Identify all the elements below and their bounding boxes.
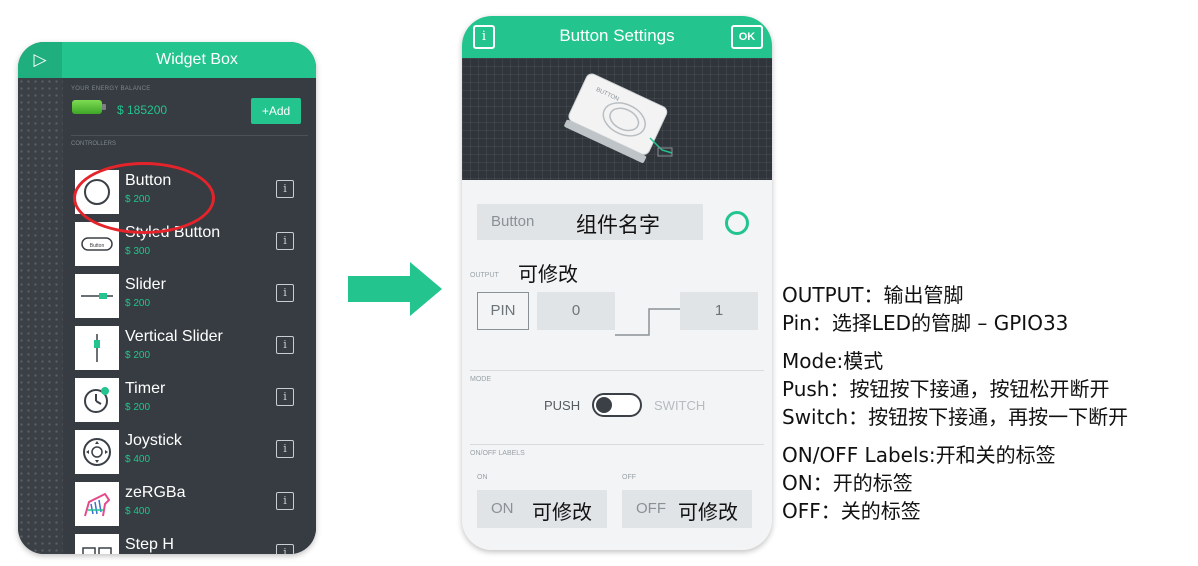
battery-tip [102, 104, 106, 110]
off-label-caption: OFF [622, 474, 636, 481]
highlight-ellipse [73, 162, 215, 234]
info-icon[interactable]: i [276, 180, 294, 198]
energy-balance-label: YOUR ENERGY BALANCE [71, 86, 151, 92]
pin-high-value[interactable]: 1 [680, 292, 758, 330]
vertical-slider-icon [75, 326, 119, 370]
pin-low-value[interactable]: 0 [537, 292, 615, 330]
note-on: ON：开的标签 [782, 471, 913, 495]
widget-name: zeRGBa [125, 484, 186, 501]
widget-price: $ 200 [125, 402, 151, 413]
note-off: OFF：关的标签 [782, 499, 921, 523]
widget-item-step-h[interactable]: Step H i [63, 534, 316, 554]
canvas-grid [18, 78, 63, 554]
widget-name: Timer [125, 380, 166, 397]
info-icon[interactable]: i [473, 25, 495, 49]
controllers-label: CONTROLLERS [71, 141, 117, 147]
widget-price: $ 200 [125, 350, 151, 361]
battery-icon [72, 100, 102, 114]
info-icon[interactable]: i [276, 544, 294, 554]
widget-name: Slider [125, 276, 166, 293]
explanation-notes: OUTPUT：输出管脚 Pin：选择LED的管脚 – GPIO33 Mode:模… [782, 281, 1128, 525]
widget-item-joystick[interactable]: Joystick $ 400 i [63, 430, 316, 480]
color-picker[interactable] [725, 211, 749, 235]
settings-title: Button Settings [559, 26, 675, 45]
button-settings-phone: Button Settings i OK BUTTON Button 组件名字 … [462, 16, 772, 550]
widget-name-value: Button [491, 213, 535, 230]
on-label-value: ON [491, 500, 514, 517]
widget-item-styled-button[interactable]: Button Styled Button $ 300 i [63, 222, 316, 272]
play-icon[interactable]: ▷ [18, 42, 62, 78]
add-energy-button[interactable]: +Add [251, 98, 301, 124]
pin-select-button[interactable]: PIN [477, 292, 529, 330]
energy-balance-value: $ 185200 [117, 103, 168, 117]
arrow-right-icon [348, 262, 442, 316]
widget-panel: YOUR ENERGY BALANCE $ 185200 +Add CONTRO… [63, 78, 316, 554]
widget-name: Joystick [125, 432, 182, 449]
widget-price: $ 300 [125, 246, 151, 257]
ok-button[interactable]: OK [731, 25, 763, 49]
info-icon[interactable]: i [276, 492, 294, 510]
zebra-icon [75, 482, 119, 526]
widget-item-vertical-slider[interactable]: Vertical Slider $ 200 i [63, 326, 316, 376]
widget-price: $ 400 [125, 506, 151, 517]
widget-box-title: Widget Box [156, 51, 238, 68]
info-icon[interactable]: i [276, 336, 294, 354]
slider-icon [75, 274, 119, 318]
divider [470, 444, 764, 445]
mode-toggle[interactable] [592, 393, 642, 417]
divider [71, 135, 308, 136]
timer-icon [75, 378, 119, 422]
name-annotation: 组件名字 [576, 213, 660, 237]
on-label-caption: ON [477, 474, 488, 481]
widget-item-timer[interactable]: Timer $ 200 i [63, 378, 316, 428]
widget-item-zergba[interactable]: zeRGBa $ 400 i [63, 482, 316, 532]
device-preview: BUTTON [462, 58, 772, 180]
widget-price: $ 200 [125, 298, 151, 309]
svg-text:Button: Button [90, 243, 105, 249]
widget-box-phone: ▷ Widget Box YOUR ENERGY BALANCE $ 18520… [18, 42, 316, 554]
off-label-value: OFF [636, 500, 666, 517]
button-device-icon: BUTTON [564, 73, 673, 163]
joystick-icon [75, 430, 119, 474]
note-output: OUTPUT：输出管脚 [782, 283, 964, 307]
mode-section-label: MODE [470, 376, 491, 383]
divider [470, 370, 764, 371]
step-h-icon [75, 534, 119, 554]
widget-price: $ 400 [125, 454, 151, 465]
widget-name: Step H [125, 536, 174, 553]
note-push: Push：按钮按下接通，按钮松开断开 [782, 377, 1110, 401]
widget-box-header: ▷ Widget Box [18, 42, 316, 78]
switch-mode-label[interactable]: SWITCH [654, 398, 705, 413]
note-labels: ON/OFF Labels:开和关的标签 [782, 443, 1056, 467]
note-mode: Mode:模式 [782, 349, 884, 373]
onoff-section-label: ON/OFF LABELS [470, 450, 525, 457]
info-icon[interactable]: i [276, 284, 294, 302]
toggle-knob [596, 397, 612, 413]
output-annotation: 可修改 [518, 262, 578, 286]
note-switch: Switch：按钮按下接通，再按一下断开 [782, 405, 1129, 429]
info-icon[interactable]: i [276, 388, 294, 406]
widget-item-slider[interactable]: Slider $ 200 i [63, 274, 316, 324]
widget-name: Vertical Slider [125, 328, 223, 345]
output-section-label: OUTPUT [470, 272, 499, 279]
info-icon[interactable]: i [276, 440, 294, 458]
off-annotation: 可修改 [678, 500, 738, 524]
push-mode-label[interactable]: PUSH [544, 398, 580, 413]
on-annotation: 可修改 [532, 500, 592, 524]
note-pin: Pin：选择LED的管脚 – GPIO33 [782, 311, 1069, 335]
settings-header: Button Settings i OK [462, 16, 772, 58]
settings-body: Button 组件名字 OUTPUT 可修改 PIN 0 1 MODE PUSH… [462, 180, 772, 550]
pulse-icon [615, 308, 681, 336]
info-icon[interactable]: i [276, 232, 294, 250]
